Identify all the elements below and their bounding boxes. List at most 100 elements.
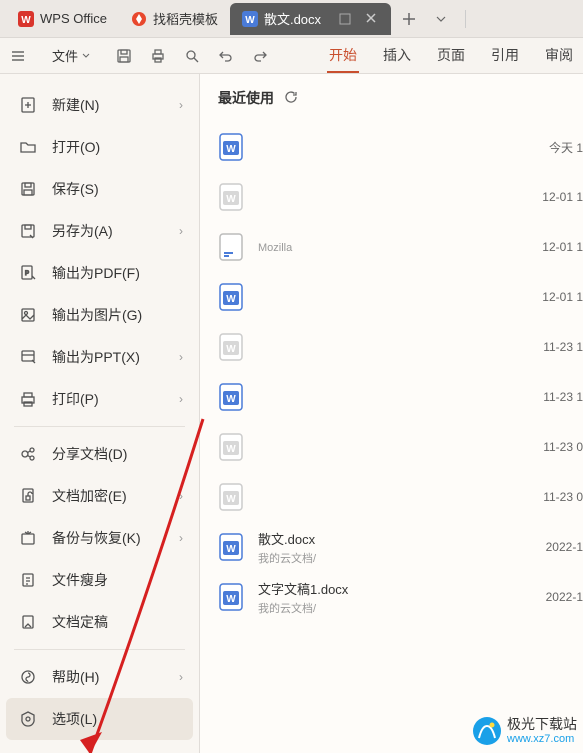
file-row[interactable]: W11-23 0 [218,422,583,472]
sidebar-label: 文档定稿 [52,612,108,632]
file-name: 散文.docx [258,529,546,548]
svg-text:W: W [226,144,236,155]
file-date: 11-23 0 [543,490,583,504]
sidebar-item-16[interactable]: 选项(L) [6,698,193,740]
sidebar-icon [18,347,38,367]
chevron-right-icon: › [179,489,183,503]
file-row[interactable]: W文字文稿1.docx我的云文档/2022-1 [218,572,583,622]
sidebar-icon [18,486,38,506]
sidebar-label: 保存(S) [52,179,99,199]
sidebar-label: 选项(L) [52,709,97,729]
refresh-icon[interactable] [284,90,300,106]
divider [14,649,185,650]
menu-tabs: 开始 插入 页面 引用 审阅 [327,39,575,73]
sidebar-item-6[interactable]: 输出为PPT(X)› [6,336,193,378]
watermark: 极光下载站 www.xz7.com [473,717,577,745]
chevron-right-icon: › [179,98,183,112]
tab-dropdown-icon[interactable] [427,5,455,33]
sidebar-icon [18,667,38,687]
menu-tab-page[interactable]: 页面 [435,39,467,73]
sidebar-item-11[interactable]: 备份与恢复(K) › [6,517,193,559]
sidebar-item-4[interactable]: P输出为PDF(F) [6,252,193,294]
preview-icon[interactable] [182,46,202,66]
chevron-right-icon: › [179,531,183,545]
sidebar-item-13[interactable]: 文档定稿 [6,601,193,643]
tab-label: 散文.docx [264,9,321,28]
file-type-icon [218,232,244,262]
sidebar-icon [18,221,38,241]
file-row[interactable]: W 今天 1 [218,122,583,172]
menu-tab-ref[interactable]: 引用 [489,39,521,73]
redo-icon[interactable] [250,46,270,66]
file-button[interactable]: 文件 [42,42,100,69]
file-row[interactable]: W 11-23 0 [218,472,583,522]
toolbar: 文件 开始 插入 页面 引用 审阅 [0,38,583,74]
add-tab-button[interactable] [395,5,423,33]
svg-text:W: W [226,394,236,405]
file-info: 散文.docx 我的云文档/ [258,529,546,566]
menu-icon[interactable] [8,46,28,66]
sidebar-icon [18,709,38,729]
menu-tab-review[interactable]: 审阅 [543,39,575,73]
sidebar-item-15[interactable]: 帮助(H)› [6,656,193,698]
file-type-icon: W [218,482,244,512]
watermark-logo [473,717,501,745]
file-row[interactable]: W11-23 1 [218,372,583,422]
file-row[interactable]: Mozilla12-01 1 [218,222,583,272]
tabs-bar: W WPS Office 找稻壳模板 W 散文.docx [0,0,583,38]
sidebar-label: 文档加密(E) [52,486,127,506]
file-sub: 我的云文档/ [258,550,546,566]
sidebar-icon [18,528,38,548]
file-type-icon: W [218,582,244,612]
close-icon[interactable] [365,12,379,26]
sidebar-item-9[interactable]: 分享文档(D) [6,433,193,475]
print-icon[interactable] [148,46,168,66]
sidebar-item-1[interactable]: 打开(O) [6,126,193,168]
fullscreen-icon[interactable] [337,11,353,27]
sidebar-item-2[interactable]: 保存(S) [6,168,193,210]
svg-text:W: W [226,544,236,555]
wps-icon: W [18,11,34,27]
chevron-right-icon: › [179,670,183,684]
file-row[interactable]: W12-01 1 [218,172,583,222]
file-info: 文字文稿1.docx我的云文档/ [258,579,546,616]
tab-docer[interactable]: 找稻壳模板 [119,3,230,35]
file-type-icon: W [218,432,244,462]
divider [14,426,185,427]
undo-icon[interactable] [216,46,236,66]
svg-text:W: W [245,15,255,26]
sidebar-label: 输出为PPT(X) [52,347,140,367]
file-row[interactable]: W12-01 1 [218,272,583,322]
sidebar-item-12[interactable]: 文件瘦身 [6,559,193,601]
sidebar-item-0[interactable]: 新建(N)› [6,84,193,126]
sidebar-icon [18,179,38,199]
sidebar-icon [18,612,38,632]
sidebar-item-7[interactable]: 打印(P)› [6,378,193,420]
sidebar-label: 备份与恢复(K) [52,528,141,548]
file-row[interactable]: W11-23 1 [218,322,583,372]
file-type-icon: W [218,382,244,412]
tab-wps[interactable]: W WPS Office [6,3,119,35]
sidebar-label: 文件瘦身 [52,570,108,590]
recent-header: 最近使用 [218,88,583,108]
file-row[interactable]: W散文.docx我的云文档/2022-1 [218,522,583,572]
svg-text:W: W [226,594,236,605]
recent-files: 最近使用 W今天 1W12-01 1Mozilla12-01 1W12-01 1… [200,74,583,753]
sidebar-label: 打印(P) [52,389,99,409]
save-icon[interactable] [114,46,134,66]
sidebar-icon [18,570,38,590]
menu-tab-insert[interactable]: 插入 [381,39,413,73]
tab-label: WPS Office [40,11,107,26]
sidebar-item-5[interactable]: 输出为图片(G) [6,294,193,336]
menu-tab-start[interactable]: 开始 [327,39,359,73]
tab-document[interactable]: W 散文.docx [230,3,391,35]
svg-text:W: W [226,344,236,355]
file-date: 今天 1 [549,139,583,156]
sidebar-label: 输出为PDF(F) [52,263,140,283]
sidebar-item-3[interactable]: 另存为(A)› [6,210,193,252]
file-date: 12-01 1 [542,240,583,254]
file-date: 12-01 1 [542,190,583,204]
svg-text:W: W [21,15,31,26]
sidebar-item-10[interactable]: 文档加密(E) › [6,475,193,517]
watermark-url: www.xz7.com [507,733,577,745]
